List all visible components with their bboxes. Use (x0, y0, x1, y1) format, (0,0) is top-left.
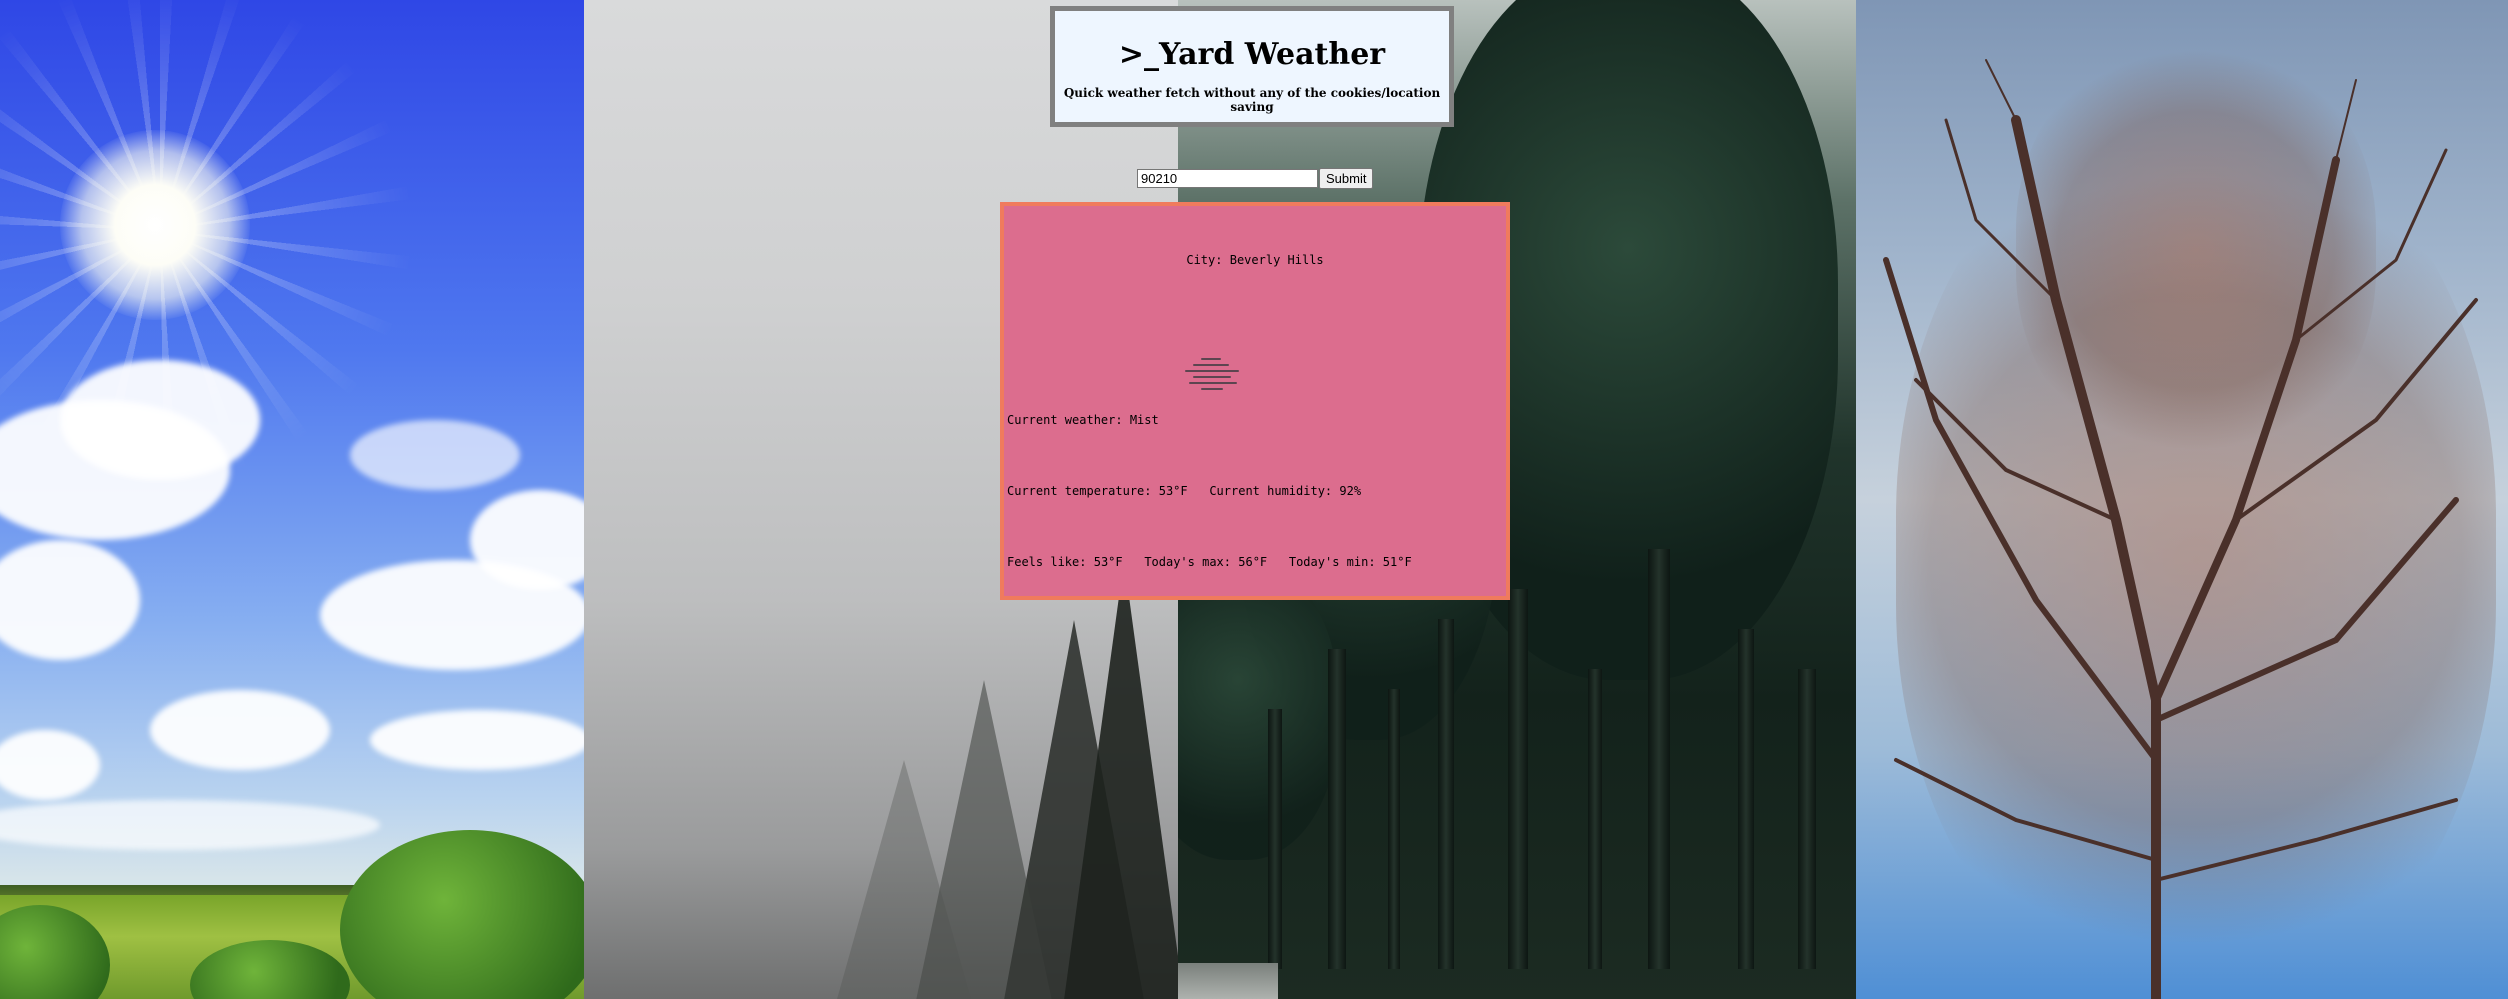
feels-like-label: Feels like: (1007, 555, 1087, 569)
min-temp-value: 51°F (1382, 555, 1412, 569)
current-weather-value: Mist (1129, 413, 1159, 427)
city-label: City: (1186, 253, 1223, 267)
city-value: Beverly Hills (1229, 253, 1324, 267)
humidity-value: 92% (1339, 484, 1362, 498)
temperature-value: 53°F (1158, 484, 1188, 498)
page-subtitle: Quick weather fetch without any of the c… (1063, 86, 1441, 114)
page-title: >_Yard Weather (1118, 37, 1386, 72)
submit-button[interactable]: Submit (1319, 168, 1374, 189)
search-form: Submit (1137, 168, 1374, 189)
mist-icon (1185, 358, 1239, 390)
tree-branches (1883, 59, 2478, 999)
city-line: City: Beverly Hills (1004, 253, 1506, 267)
header-card: >_Yard Weather Quick weather fetch witho… (1050, 6, 1454, 127)
temperature-line: Current temperature: 53°F Current humidi… (1007, 484, 1361, 498)
background-panel-winter (1856, 0, 2508, 999)
current-weather-label: Current weather: (1007, 413, 1123, 427)
feels-like-value: 53°F (1093, 555, 1123, 569)
weather-card: City: Beverly Hills Current weather: Mis… (1000, 202, 1510, 600)
temperature-label: Current temperature: (1007, 484, 1152, 498)
current-weather-line: Current weather: Mist (1007, 413, 1159, 427)
max-temp-label: Today's max: (1144, 555, 1232, 569)
sun-icon (60, 130, 250, 320)
feels-like-line: Feels like: 53°F Today's max: 56°F Today… (1007, 555, 1412, 569)
max-temp-value: 56°F (1238, 555, 1268, 569)
min-temp-label: Today's min: (1288, 555, 1376, 569)
road (1178, 963, 1278, 999)
humidity-label: Current humidity: (1209, 484, 1333, 498)
background-panel-sunny (0, 0, 584, 999)
zip-code-input[interactable] (1137, 169, 1318, 188)
